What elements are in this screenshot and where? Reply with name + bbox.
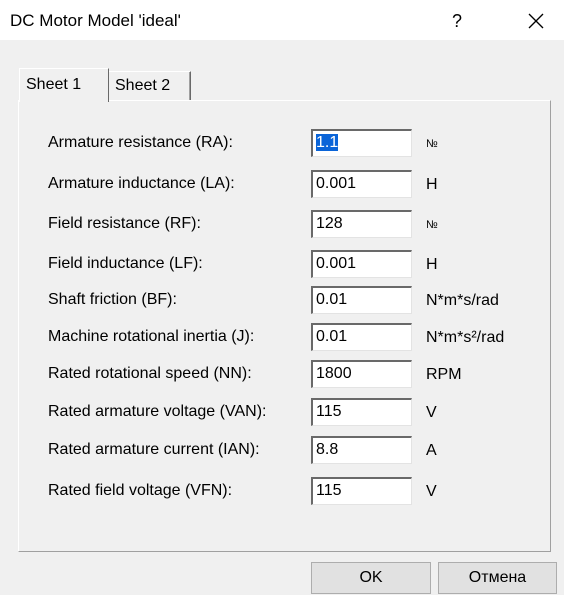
rotational-inertia-input[interactable]: 0.01	[311, 323, 412, 351]
field-value: 115	[316, 482, 342, 499]
field-unit: H	[426, 256, 438, 273]
close-icon	[528, 13, 544, 29]
field-label: Armature inductance (LA):	[48, 175, 235, 192]
dialog-window: DC Motor Model 'ideal' ? Sheet 1 Sheet 2…	[0, 0, 564, 595]
field-unit: A	[426, 442, 437, 459]
field-value: 0.01	[316, 291, 348, 308]
tab-sheet-2[interactable]: Sheet 2	[109, 71, 191, 101]
field-inductance-input[interactable]: 0.001	[311, 250, 412, 278]
rated-armature-voltage-input[interactable]: 115	[311, 398, 412, 426]
field-unit: N*m*s/rad	[426, 292, 499, 309]
field-value: 8.8	[316, 441, 339, 458]
field-row-van: Rated armature voltage (VAN): 115 V	[0, 398, 564, 428]
field-row-ra: Armature resistance (RA): 1.1 №	[0, 129, 564, 159]
field-unit: V	[426, 483, 437, 500]
rated-speed-input[interactable]: 1800	[311, 360, 412, 388]
field-row-ian: Rated armature current (IAN): 8.8 A	[0, 436, 564, 466]
close-button[interactable]	[520, 7, 552, 35]
field-label: Armature resistance (RA):	[48, 134, 233, 151]
field-label: Rated armature current (IAN):	[48, 441, 260, 458]
field-value: 115	[316, 403, 342, 420]
field-label: Rated armature voltage (VAN):	[48, 403, 267, 420]
shaft-friction-input[interactable]: 0.01	[311, 286, 412, 314]
field-label: Machine rotational inertia (J):	[48, 328, 255, 345]
field-row-lf: Field inductance (LF): 0.001 H	[0, 250, 564, 280]
button-bar: OK Отмена	[0, 562, 564, 595]
field-value: 128	[316, 215, 343, 232]
field-unit: RPM	[426, 366, 462, 383]
help-button[interactable]: ?	[442, 7, 472, 35]
field-resistance-input[interactable]: 128	[311, 210, 412, 238]
field-unit: H	[426, 176, 438, 193]
field-label: Rated field voltage (VFN):	[48, 482, 233, 499]
field-label: Field inductance (LF):	[48, 255, 203, 272]
field-value: 0.001	[316, 175, 357, 192]
field-row-vfn: Rated field voltage (VFN): 115 V	[0, 477, 564, 507]
rated-field-voltage-input[interactable]: 115	[311, 477, 412, 505]
field-value: 0.001	[316, 255, 357, 272]
field-row-rf: Field resistance (RF): 128 №	[0, 210, 564, 240]
field-label: Rated rotational speed (NN):	[48, 365, 252, 382]
field-row-la: Armature inductance (LA): 0.001 H	[0, 170, 564, 200]
field-unit: N*m*s²/rad	[426, 329, 505, 346]
field-value: 1.1	[316, 134, 339, 151]
title-bar: DC Motor Model 'ideal' ?	[0, 0, 564, 40]
ok-button[interactable]: OK	[311, 562, 431, 594]
tab-sheet-1[interactable]: Sheet 1	[19, 68, 109, 102]
field-row-bf: Shaft friction (BF): 0.01 N*m*s/rad	[0, 286, 564, 316]
field-label: Field resistance (RF):	[48, 215, 201, 232]
field-unit: №	[426, 138, 438, 150]
window-title: DC Motor Model 'ideal'	[10, 11, 181, 30]
field-value: 0.01	[316, 328, 348, 345]
field-label: Shaft friction (BF):	[48, 291, 177, 308]
rated-armature-current-input[interactable]: 8.8	[311, 436, 412, 464]
field-row-nn: Rated rotational speed (NN): 1800 RPM	[0, 360, 564, 390]
cancel-button[interactable]: Отмена	[438, 562, 557, 594]
field-value: 1800	[316, 365, 352, 382]
armature-resistance-input[interactable]: 1.1	[311, 129, 412, 157]
field-unit: V	[426, 404, 437, 421]
armature-inductance-input[interactable]: 0.001	[311, 170, 412, 198]
field-row-j: Machine rotational inertia (J): 0.01 N*m…	[0, 323, 564, 353]
field-unit: №	[426, 219, 438, 231]
